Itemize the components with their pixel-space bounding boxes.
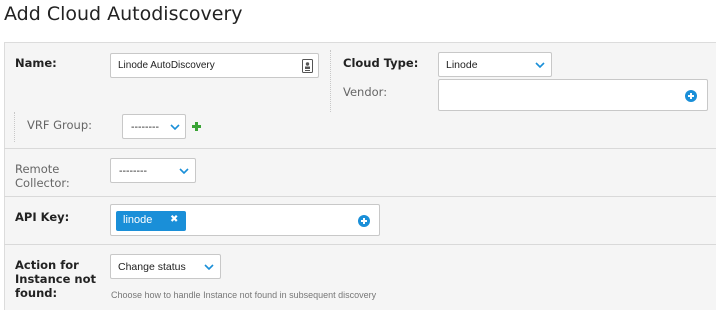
remote-collector-label-line2: Collector: <box>15 176 70 190</box>
name-label: Name: <box>15 56 57 70</box>
vrf-group-value: -------- <box>131 121 159 133</box>
group-separator <box>14 112 15 142</box>
action-value: Change status <box>118 261 186 273</box>
contact-card-icon[interactable] <box>302 58 313 77</box>
cloud-type-value: Linode <box>446 59 478 71</box>
name-input[interactable]: Linode AutoDiscovery <box>110 53 319 78</box>
name-input-value: Linode AutoDiscovery <box>118 60 215 71</box>
api-key-label: API Key: <box>15 210 70 224</box>
close-icon[interactable]: ✖ <box>170 214 178 225</box>
vrf-group-select[interactable]: -------- <box>122 114 186 139</box>
api-key-tag-label: linode <box>123 214 153 226</box>
cloud-type-label: Cloud Type: <box>343 56 419 70</box>
chevron-down-icon <box>204 264 214 270</box>
row-divider <box>4 196 716 197</box>
api-key-tag: linode ✖ <box>116 211 186 231</box>
remote-collector-label-line1: Remote <box>15 162 60 176</box>
add-vendor-icon[interactable] <box>685 90 697 102</box>
remote-collector-select[interactable]: -------- <box>110 158 196 183</box>
action-label-line2: Instance not <box>15 272 96 286</box>
vrf-group-label: VRF Group: <box>27 118 93 132</box>
action-label-line1: Action for <box>15 258 79 272</box>
chevron-down-icon <box>535 62 545 68</box>
chevron-down-icon <box>170 124 180 130</box>
add-vrf-group-icon[interactable] <box>192 122 201 131</box>
add-api-key-icon[interactable] <box>358 215 370 227</box>
row-divider <box>4 244 716 245</box>
chevron-down-icon <box>179 168 189 174</box>
page-title: Add Cloud Autodiscovery <box>4 3 243 25</box>
api-key-input[interactable]: linode ✖ <box>110 204 380 236</box>
remote-collector-value: -------- <box>119 165 147 177</box>
cloud-type-select[interactable]: Linode <box>438 52 552 77</box>
vendor-input[interactable] <box>438 79 708 111</box>
action-select[interactable]: Change status <box>110 254 221 279</box>
action-help-text: Choose how to handle Instance not found … <box>111 290 377 300</box>
action-label-line3: found: <box>15 286 58 300</box>
column-separator <box>330 50 331 112</box>
vendor-label: Vendor: <box>343 85 388 99</box>
row-divider <box>4 148 716 149</box>
